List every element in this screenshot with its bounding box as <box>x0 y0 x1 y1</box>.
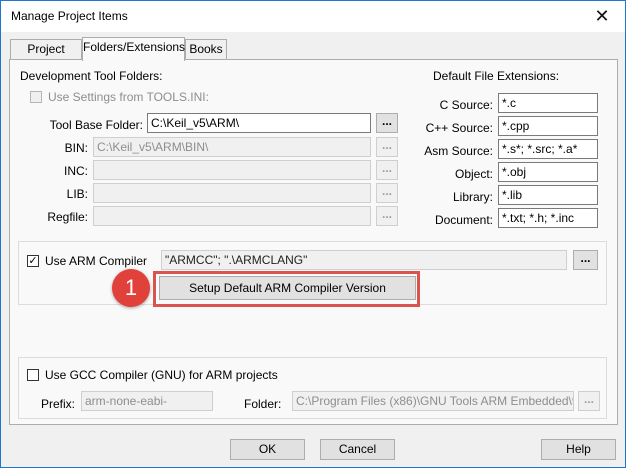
prefix-label: Prefix: <box>40 397 75 411</box>
folder-label: Folder: <box>244 397 282 411</box>
inc-label: INC: <box>64 164 88 178</box>
tab-label: Books <box>189 42 223 56</box>
close-icon[interactable]: ✕ <box>579 1 625 32</box>
gcc-folder-input[interactable]: C:\Program Files (x86)\GNU Tools ARM Emb… <box>292 391 574 411</box>
ok-button[interactable]: OK <box>230 439 305 460</box>
lib-browse-button[interactable]: ... <box>376 183 398 203</box>
regfile-input[interactable] <box>93 206 371 226</box>
asm-source-input[interactable]: *.s*; *.src; *.a* <box>498 139 598 159</box>
use-gcc-compiler-label: Use GCC Compiler (GNU) for ARM projects <box>45 368 278 382</box>
setup-default-arm-compiler-button[interactable]: Setup Default ARM Compiler Version <box>159 276 416 300</box>
tab-books[interactable]: Books <box>185 39 227 59</box>
tab-folders-extensions[interactable]: Folders/Extensions <box>82 37 185 61</box>
library-label: Library: <box>452 190 493 204</box>
default-extensions-heading: Default File Extensions: <box>433 69 560 83</box>
use-settings-checkbox[interactable] <box>30 91 42 103</box>
use-settings-label: Use Settings from TOOLS.INI: <box>48 90 209 104</box>
help-button[interactable]: Help <box>541 439 616 460</box>
gcc-folder-browse-button[interactable]: ... <box>578 391 600 411</box>
use-arm-compiler-label: Use ARM Compiler <box>45 254 148 268</box>
bin-browse-button[interactable]: ... <box>376 137 398 157</box>
asm-source-label: Asm Source: <box>424 144 493 158</box>
cancel-button[interactable]: Cancel <box>320 439 395 460</box>
bin-label: BIN: <box>64 141 88 155</box>
lib-input[interactable] <box>93 183 371 203</box>
cpp-source-label: C++ Source: <box>425 121 493 135</box>
arm-compiler-input[interactable]: "ARMCC"; ".\ARMCLANG" <box>161 250 567 270</box>
cpp-source-input[interactable]: *.cpp <box>498 116 598 136</box>
bin-input[interactable]: C:\Keil_v5\ARM\BIN\ <box>93 137 371 157</box>
tab-project-items[interactable]: Project Items <box>10 39 82 75</box>
window-title: Manage Project Items <box>11 9 128 23</box>
inc-browse-button[interactable]: ... <box>376 160 398 180</box>
use-arm-compiler-checkbox[interactable]: ✓ <box>27 255 39 267</box>
regfile-browse-button[interactable]: ... <box>376 206 398 226</box>
regfile-label: Regfile: <box>47 210 88 224</box>
manage-project-items-dialog: Manage Project Items ✕ Project Items Fol… <box>0 0 626 468</box>
use-gcc-compiler-checkbox[interactable] <box>27 369 39 381</box>
inc-input[interactable] <box>93 160 371 180</box>
object-label: Object: <box>454 167 493 181</box>
document-input[interactable]: *.txt; *.h; *.inc <box>498 208 598 228</box>
lib-label: LIB: <box>66 187 88 201</box>
object-input[interactable]: *.obj <box>498 162 598 182</box>
tool-base-browse-button[interactable]: ... <box>376 113 398 133</box>
prefix-input[interactable]: arm-none-eabi- <box>81 391 213 411</box>
callout-number-badge: 1 <box>112 269 150 307</box>
dev-tool-folders-heading: Development Tool Folders: <box>20 69 163 83</box>
tool-base-folder-label: Tool Base Folder: <box>49 118 143 132</box>
tool-base-folder-input[interactable]: C:\Keil_v5\ARM\ <box>147 113 371 133</box>
document-label: Document: <box>434 213 493 227</box>
arm-compiler-browse-button[interactable]: ... <box>573 250 598 270</box>
library-input[interactable]: *.lib <box>498 185 598 205</box>
title-bar: Manage Project Items ✕ <box>1 1 625 32</box>
c-source-input[interactable]: *.c <box>498 93 598 113</box>
c-source-label: C Source: <box>439 98 493 112</box>
tab-label: Folders/Extensions <box>83 40 186 54</box>
